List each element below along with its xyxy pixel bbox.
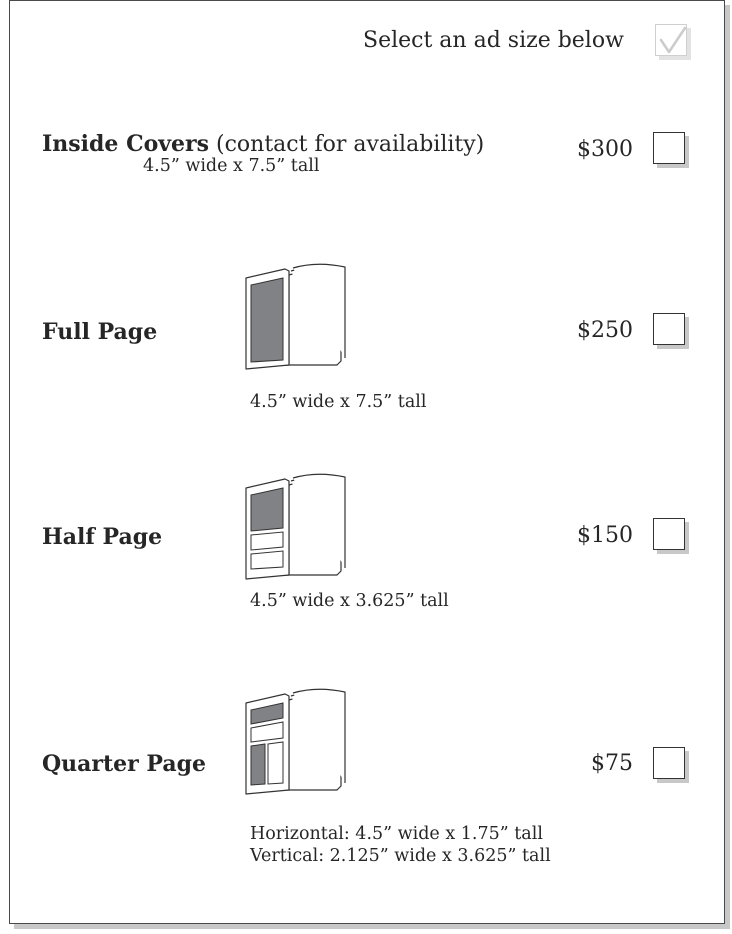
half-page-ad-area [250,487,284,532]
full-page-title: Full Page [42,319,158,345]
half-page-checkbox[interactable] [653,518,685,550]
quarter-page-title: Quarter Page [42,751,207,777]
quarter-page-dimensions-horizontal: Horizontal: 4.5” wide x 1.75” tall [250,824,543,844]
full-page-ad-area [250,277,284,363]
inside-covers-title: Inside Covers [42,131,210,157]
half-page-slot-1 [250,531,284,551]
inside-covers-dimensions: 4.5” wide x 7.5” tall [143,156,320,176]
half-page-title: Half Page [42,524,163,550]
half-page-dimensions: 4.5” wide x 3.625” tall [250,591,449,611]
full-page-price: $250 [577,318,633,343]
quarter-page-checkbox[interactable] [653,747,685,779]
quarter-page-vertical-ad [250,743,266,786]
inside-covers-title-line: Inside Covers (contact for availability) [42,133,484,156]
inside-covers-note: (contact for availability) [216,132,485,157]
quarter-page-price: $75 [591,751,633,776]
half-page-layout-icon [245,473,346,580]
half-page-price: $150 [577,523,633,548]
full-page-layout-icon [245,263,346,370]
select-instruction: Select an ad size below [363,28,624,53]
checkmark-icon [659,26,687,54]
quarter-page-dimensions-vertical: Vertical: 2.125” wide x 3.625” tall [250,846,551,866]
header-checkbox-icon [655,24,687,56]
inside-covers-checkbox[interactable] [653,132,685,164]
quarter-page-vertical-slot [267,741,284,785]
full-page-dimensions: 4.5” wide x 7.5” tall [250,392,427,412]
quarter-page-layout-icon [245,688,346,795]
half-page-slot-2 [250,550,284,570]
full-page-checkbox[interactable] [653,313,685,345]
inside-covers-price: $300 [577,137,633,162]
